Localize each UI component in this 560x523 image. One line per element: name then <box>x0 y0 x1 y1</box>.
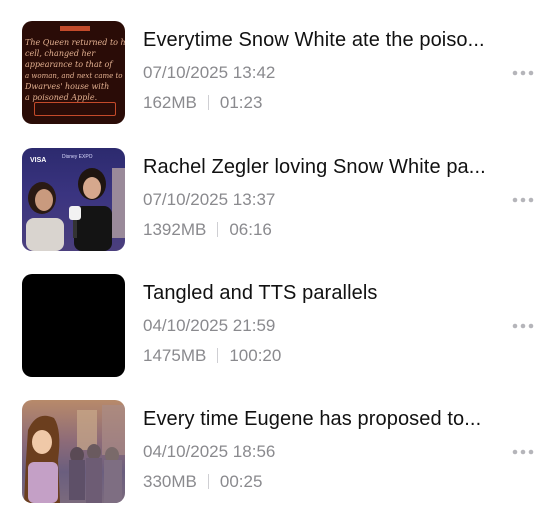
more-options-button[interactable] <box>506 190 536 210</box>
separator <box>207 474 209 489</box>
video-date: 07/10/2025 13:37 <box>143 190 276 209</box>
video-thumbnail[interactable]: VISA Disney EXPO <box>22 148 125 251</box>
video-duration: 100:20 <box>229 346 282 365</box>
video-size: 162MB <box>143 93 197 112</box>
more-horizontal-icon <box>512 449 534 455</box>
video-meta: 330MB 00:25 <box>143 472 262 492</box>
video-title: Tangled and TTS parallels <box>143 282 378 304</box>
more-options-button[interactable] <box>506 63 536 83</box>
separator <box>217 222 219 237</box>
poster-line: a woman, and next came to the <box>25 72 125 80</box>
separator <box>207 95 209 110</box>
poster-line: cell, changed her <box>25 49 96 58</box>
video-row[interactable]: Every time Eugene has proposed to... 04/… <box>0 400 560 510</box>
video-date: 04/10/2025 18:56 <box>143 442 276 461</box>
more-horizontal-icon <box>512 323 534 329</box>
video-duration: 00:25 <box>219 472 263 491</box>
video-date: 04/10/2025 21:59 <box>143 316 276 335</box>
video-row[interactable]: The Queen returned to her cell, changed … <box>0 21 560 131</box>
video-size: 330MB <box>143 472 197 491</box>
video-duration: 01:23 <box>219 93 263 112</box>
video-thumbnail[interactable]: The Queen returned to her cell, changed … <box>22 21 125 124</box>
video-size: 1392MB <box>143 220 207 239</box>
poster-line: Dwarves' house with <box>24 82 109 91</box>
animation-image <box>22 400 125 503</box>
video-thumbnail[interactable] <box>22 274 125 377</box>
more-options-button[interactable] <box>506 316 536 336</box>
video-duration: 06:16 <box>229 220 272 239</box>
more-horizontal-icon <box>512 70 534 76</box>
video-meta: 162MB 01:23 <box>143 93 262 113</box>
video-size: 1475MB <box>143 346 207 365</box>
video-title: Every time Eugene has proposed to... <box>143 408 482 430</box>
black-thumbnail <box>22 274 125 377</box>
video-thumbnail[interactable] <box>22 400 125 503</box>
video-title: Rachel Zegler loving Snow White pa... <box>143 156 486 178</box>
video-row[interactable]: VISA Disney EXPO Rachel Zegler loving Sn… <box>0 148 560 258</box>
video-list: The Queen returned to her cell, changed … <box>0 0 560 523</box>
video-row[interactable]: Tangled and TTS parallels 04/10/2025 21:… <box>0 274 560 384</box>
visa-logo: VISA <box>30 157 46 164</box>
video-meta: 1475MB 100:20 <box>143 346 281 366</box>
poster-image: The Queen returned to her cell, changed … <box>22 21 125 124</box>
separator <box>217 348 219 363</box>
video-meta: 1392MB 06:16 <box>143 220 272 240</box>
expo-logo: Disney EXPO <box>62 154 93 160</box>
poster-line: a poisoned Apple. <box>25 93 97 102</box>
poster-line: The Queen returned to her <box>25 38 125 47</box>
red-carpet-image: VISA Disney EXPO <box>22 148 125 251</box>
video-date: 07/10/2025 13:42 <box>143 63 276 82</box>
video-title: Everytime Snow White ate the poiso... <box>143 29 485 51</box>
poster-line: appearance to that of <box>25 60 114 69</box>
more-horizontal-icon <box>512 197 534 203</box>
more-options-button[interactable] <box>506 442 536 462</box>
